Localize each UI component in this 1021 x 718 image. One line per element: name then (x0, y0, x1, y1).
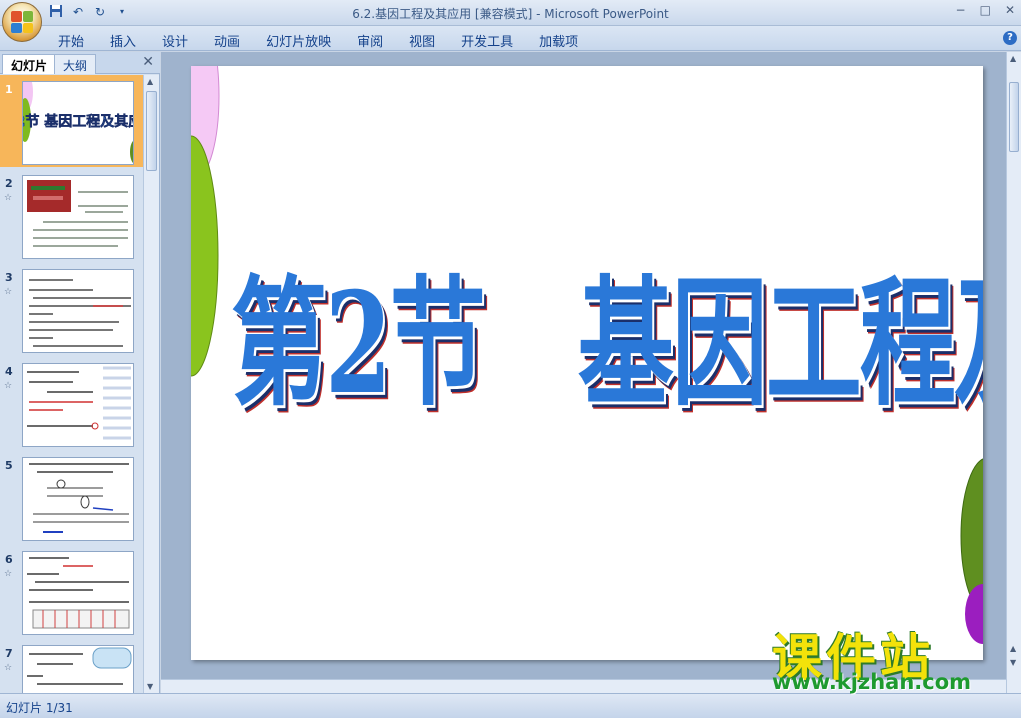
slide-number: 6 (5, 553, 13, 566)
slide-preview (22, 551, 134, 635)
slide-thumbnail[interactable]: 6 ☆ (0, 545, 143, 637)
close-icon[interactable]: ✕ (142, 54, 154, 70)
thumbnails-scrollbar[interactable]: ▲ ▼ (143, 75, 159, 693)
scroll-down-icon[interactable]: ▼ (147, 682, 153, 691)
animation-icon: ☆ (4, 569, 13, 579)
slide-thumbnails: 1 第2节 基因工程及其应用 2 ☆ (0, 75, 143, 693)
slide-number: 4 (5, 365, 13, 378)
slide-thumbnail[interactable]: 4 ☆ (0, 357, 143, 449)
minimize-button[interactable]: − (956, 3, 966, 17)
animation-icon: ☆ (4, 287, 13, 297)
ribbon-tabs: 开始 插入 设计 动画 幻灯片放映 审阅 视图 开发工具 加载项 (58, 31, 604, 50)
quick-access-toolbar: ↶ ↻ ▾ (48, 4, 130, 20)
watermark-url: www.kjzhan.com (772, 670, 972, 694)
status-bar: 幻灯片 1/31 (0, 693, 1021, 718)
tab-developer[interactable]: 开发工具 (461, 31, 527, 50)
customize-icon[interactable]: ▾ (114, 4, 130, 20)
animation-icon: ☆ (4, 193, 13, 203)
slide-thumbnail[interactable]: 3 ☆ (0, 263, 143, 355)
redo-icon[interactable]: ↻ (92, 4, 108, 20)
scroll-thumb[interactable] (1009, 82, 1019, 152)
office-button[interactable] (2, 2, 42, 42)
slides-panel: 幻灯片 大纲 ✕ 1 第2节 基因工程及其应用 2 ☆ (0, 52, 160, 693)
slide-number: 7 (5, 647, 13, 660)
slide-preview (22, 269, 134, 353)
tab-slideshow[interactable]: 幻灯片放映 (266, 31, 345, 50)
tab-addins[interactable]: 加载项 (539, 31, 592, 50)
ribbon: 开始 插入 设计 动画 幻灯片放映 审阅 视图 开发工具 加载项 ? (0, 26, 1021, 51)
slide-thumbnail[interactable]: 2 ☆ (0, 169, 143, 261)
close-button[interactable]: ✕ (1005, 3, 1015, 17)
scroll-thumb[interactable] (146, 91, 157, 171)
tab-outline[interactable]: 大纲 (54, 54, 97, 74)
slide-title[interactable]: 第2节 基因工程及其应用 (231, 231, 983, 433)
slide-preview (22, 175, 134, 259)
scroll-up-icon[interactable]: ▲ (1010, 54, 1016, 63)
tab-animations[interactable]: 动画 (214, 31, 254, 50)
window-title: 6.2.基因工程及其应用 [兼容模式] - Microsoft PowerPoi… (352, 7, 669, 21)
slide-thumbnail[interactable]: 7 ☆ (0, 639, 143, 693)
undo-icon[interactable]: ↶ (70, 4, 86, 20)
save-icon[interactable] (48, 4, 64, 20)
maximize-button[interactable]: □ (980, 3, 991, 17)
slide-number: 5 (5, 459, 13, 472)
animation-icon: ☆ (4, 663, 13, 673)
office-logo-icon (11, 11, 33, 33)
watermark: 课件站 www.kjzhan.com (772, 618, 1012, 696)
tab-insert[interactable]: 插入 (110, 31, 150, 50)
help-icon[interactable]: ? (1003, 31, 1017, 45)
slide-thumbnail[interactable]: 5 (0, 451, 143, 543)
slide-number: 2 (5, 177, 13, 190)
panel-tabs: 幻灯片 大纲 ✕ (0, 52, 160, 74)
window-controls: − □ ✕ (956, 3, 1015, 17)
scroll-up-icon[interactable]: ▲ (147, 77, 153, 86)
slide-number: 3 (5, 271, 13, 284)
slide-preview (22, 363, 134, 447)
slide-preview: 第2节 基因工程及其应用 (22, 81, 134, 165)
slide-number: 1 (5, 83, 13, 96)
main-scrollbar[interactable]: ▲ ▲ ▼ (1006, 52, 1021, 693)
tab-home[interactable]: 开始 (58, 31, 98, 50)
animation-icon: ☆ (4, 381, 13, 391)
slide-indicator: 幻灯片 1/31 (6, 701, 73, 715)
slide-editor: 第2节 基因工程及其应用 (161, 52, 1006, 693)
tab-slides[interactable]: 幻灯片 (2, 54, 57, 74)
tab-review[interactable]: 审阅 (357, 31, 397, 50)
svg-text:第2节 基因工程及其应用: 第2节 基因工程及其应用 (23, 113, 134, 130)
slide-thumbnail[interactable]: 1 第2节 基因工程及其应用 (0, 75, 143, 167)
tab-design[interactable]: 设计 (162, 31, 202, 50)
slide-canvas[interactable]: 第2节 基因工程及其应用 (191, 66, 983, 660)
title-bar: 6.2.基因工程及其应用 [兼容模式] - Microsoft PowerPoi… (0, 0, 1021, 26)
tab-view[interactable]: 视图 (409, 31, 449, 50)
slide-preview (22, 645, 134, 693)
slide-preview (22, 457, 134, 541)
